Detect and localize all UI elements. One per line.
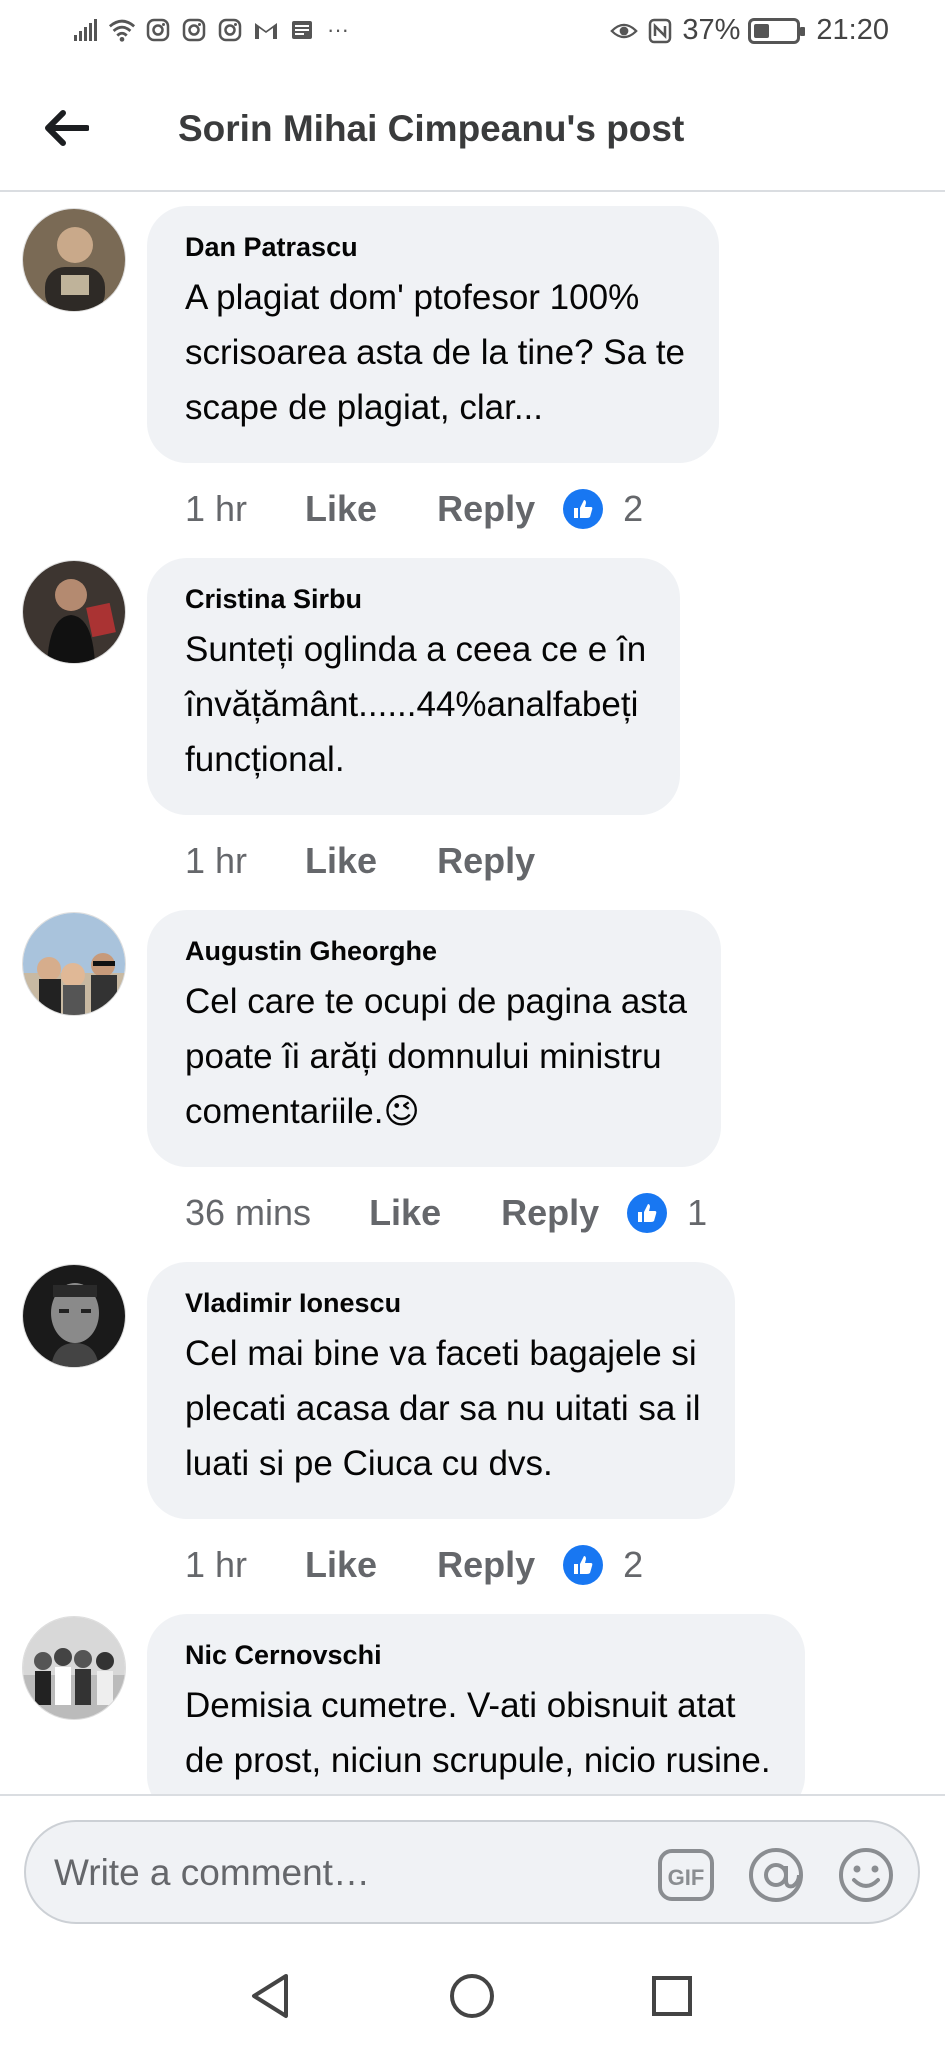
reaction-count: 2 (623, 1544, 644, 1585)
comment-composer: GIF (24, 1820, 920, 1924)
comment-actions: 1 hr Like Reply (185, 821, 945, 901)
more-dots-icon: ··· (327, 17, 349, 42)
comment-item: Dan Patrascu A plagiat dom' ptofesor 100… (0, 192, 945, 544)
reply-button[interactable]: Reply (437, 1544, 535, 1586)
comment-item: Augustin Gheorghe Cel care te ocupi de p… (0, 896, 945, 1248)
avatar[interactable] (22, 1264, 126, 1368)
signal-icon (72, 16, 100, 44)
comment-bubble[interactable]: Augustin Gheorghe Cel care te ocupi de p… (147, 910, 721, 1167)
comment-time: 1 hr (185, 488, 248, 529)
at-sign-icon (749, 1848, 803, 1902)
gif-label: GIF (668, 1865, 705, 1890)
triangle-back-icon (252, 1974, 288, 2018)
comment-text: Sunteți oglinda a ceea ce e în învățămân… (185, 630, 647, 779)
avatar[interactable] (22, 1616, 126, 1720)
battery-percent: 37% (682, 14, 741, 46)
comment-actions: 36 mins Like Reply 1 (185, 1173, 945, 1253)
circle-home-icon (450, 1974, 494, 2018)
avatar[interactable] (22, 912, 126, 1016)
comment-text: A plagiat dom' ptofesor 100% scrisoarea … (185, 278, 686, 427)
gif-icon: GIF (658, 1849, 714, 1901)
gmail-icon (252, 16, 280, 44)
arrow-left-icon (45, 110, 89, 146)
instagram-icon (180, 16, 208, 44)
like-button[interactable]: Like (305, 488, 377, 530)
clock: 21:20 (816, 14, 889, 46)
back-button[interactable] (36, 98, 96, 158)
comment-author[interactable]: Augustin Gheorghe (185, 934, 687, 968)
comment-time: 1 hr (185, 1544, 248, 1585)
like-button[interactable]: Like (305, 840, 377, 882)
eye-icon (610, 17, 639, 45)
avatar[interactable] (22, 560, 126, 664)
like-button[interactable]: Like (305, 1544, 377, 1586)
comment-item: Cristina Sirbu Sunteți oglinda a ceea ce… (0, 544, 945, 896)
reaction-summary[interactable]: 2 (563, 488, 643, 530)
page-title: Sorin Mihai Cimpeanu's post (178, 108, 685, 149)
system-nav-bar (0, 1944, 945, 2048)
instagram-icon (216, 16, 244, 44)
status-right: 37% 21:20 (610, 14, 889, 47)
comment-bubble[interactable]: Cristina Sirbu Sunteți oglinda a ceea ce… (147, 558, 681, 815)
comment-item: Vladimir Ionescu Cel mai bine va faceti … (0, 1248, 945, 1600)
comment-time: 36 mins (185, 1192, 312, 1233)
reply-button[interactable]: Reply (501, 1192, 599, 1234)
nfc-icon (646, 17, 674, 45)
like-button[interactable]: Like (369, 1192, 441, 1234)
comment-bubble[interactable]: Nic Cernovschi Demisia cumetre. V-ati ob… (147, 1614, 805, 1794)
comment-author[interactable]: Cristina Sirbu (185, 582, 646, 616)
status-bar: ··· 37% 21:20 (0, 0, 945, 66)
smiley-icon (839, 1848, 893, 1902)
comment-text: Cel care te ocupi de pagina asta poate î… (185, 982, 687, 1131)
comment-input[interactable] (54, 1848, 654, 1898)
mention-button[interactable] (746, 1846, 806, 1904)
reply-button[interactable]: Reply (437, 840, 535, 882)
thumbs-up-icon (627, 1193, 668, 1233)
avatar[interactable] (22, 208, 126, 312)
reaction-count: 2 (623, 488, 644, 529)
reaction-summary[interactable]: 1 (627, 1192, 707, 1234)
comment-actions: 1 hr Like Reply 2 (185, 469, 945, 549)
comment-text: Demisia cumetre. V-ati obisnuit atat de … (185, 1686, 771, 1780)
comment-author[interactable]: Vladimir Ionescu (185, 1286, 701, 1320)
status-left-icons: ··· (72, 16, 352, 44)
comment-time: 1 hr (185, 840, 248, 881)
comment-author[interactable]: Dan Patrascu (185, 230, 685, 264)
comment-list[interactable]: Dan Patrascu A plagiat dom' ptofesor 100… (0, 192, 945, 1794)
instagram-icon (144, 16, 172, 44)
reaction-count: 1 (687, 1192, 708, 1233)
nav-home-button[interactable] (444, 1968, 500, 2024)
wifi-icon (108, 16, 136, 44)
emoji-button[interactable] (836, 1846, 896, 1904)
comment-actions: 1 hr Like Reply 2 (185, 1525, 945, 1605)
reaction-summary[interactable]: 2 (563, 1544, 643, 1586)
comment-composer-bar: GIF (0, 1794, 945, 1944)
comment-text: Cel mai bine va faceti bagajele si pleca… (185, 1334, 701, 1483)
comment-bubble[interactable]: Vladimir Ionescu Cel mai bine va faceti … (147, 1262, 735, 1519)
comment-bubble[interactable]: Dan Patrascu A plagiat dom' ptofesor 100… (147, 206, 720, 463)
news-icon (288, 16, 316, 44)
thumbs-up-icon (563, 1545, 604, 1585)
square-recents-icon (652, 1976, 692, 2016)
comment-item: Nic Cernovschi Demisia cumetre. V-ati ob… (0, 1600, 945, 1794)
nav-recents-button[interactable] (644, 1968, 700, 2024)
comment-author[interactable]: Nic Cernovschi (185, 1638, 771, 1672)
nav-back-button[interactable] (242, 1968, 298, 2024)
battery-icon (748, 17, 806, 44)
thumbs-up-icon (563, 489, 604, 529)
gif-button[interactable]: GIF (656, 1846, 716, 1904)
post-header: Sorin Mihai Cimpeanu's post (0, 66, 945, 192)
reply-button[interactable]: Reply (437, 488, 535, 530)
